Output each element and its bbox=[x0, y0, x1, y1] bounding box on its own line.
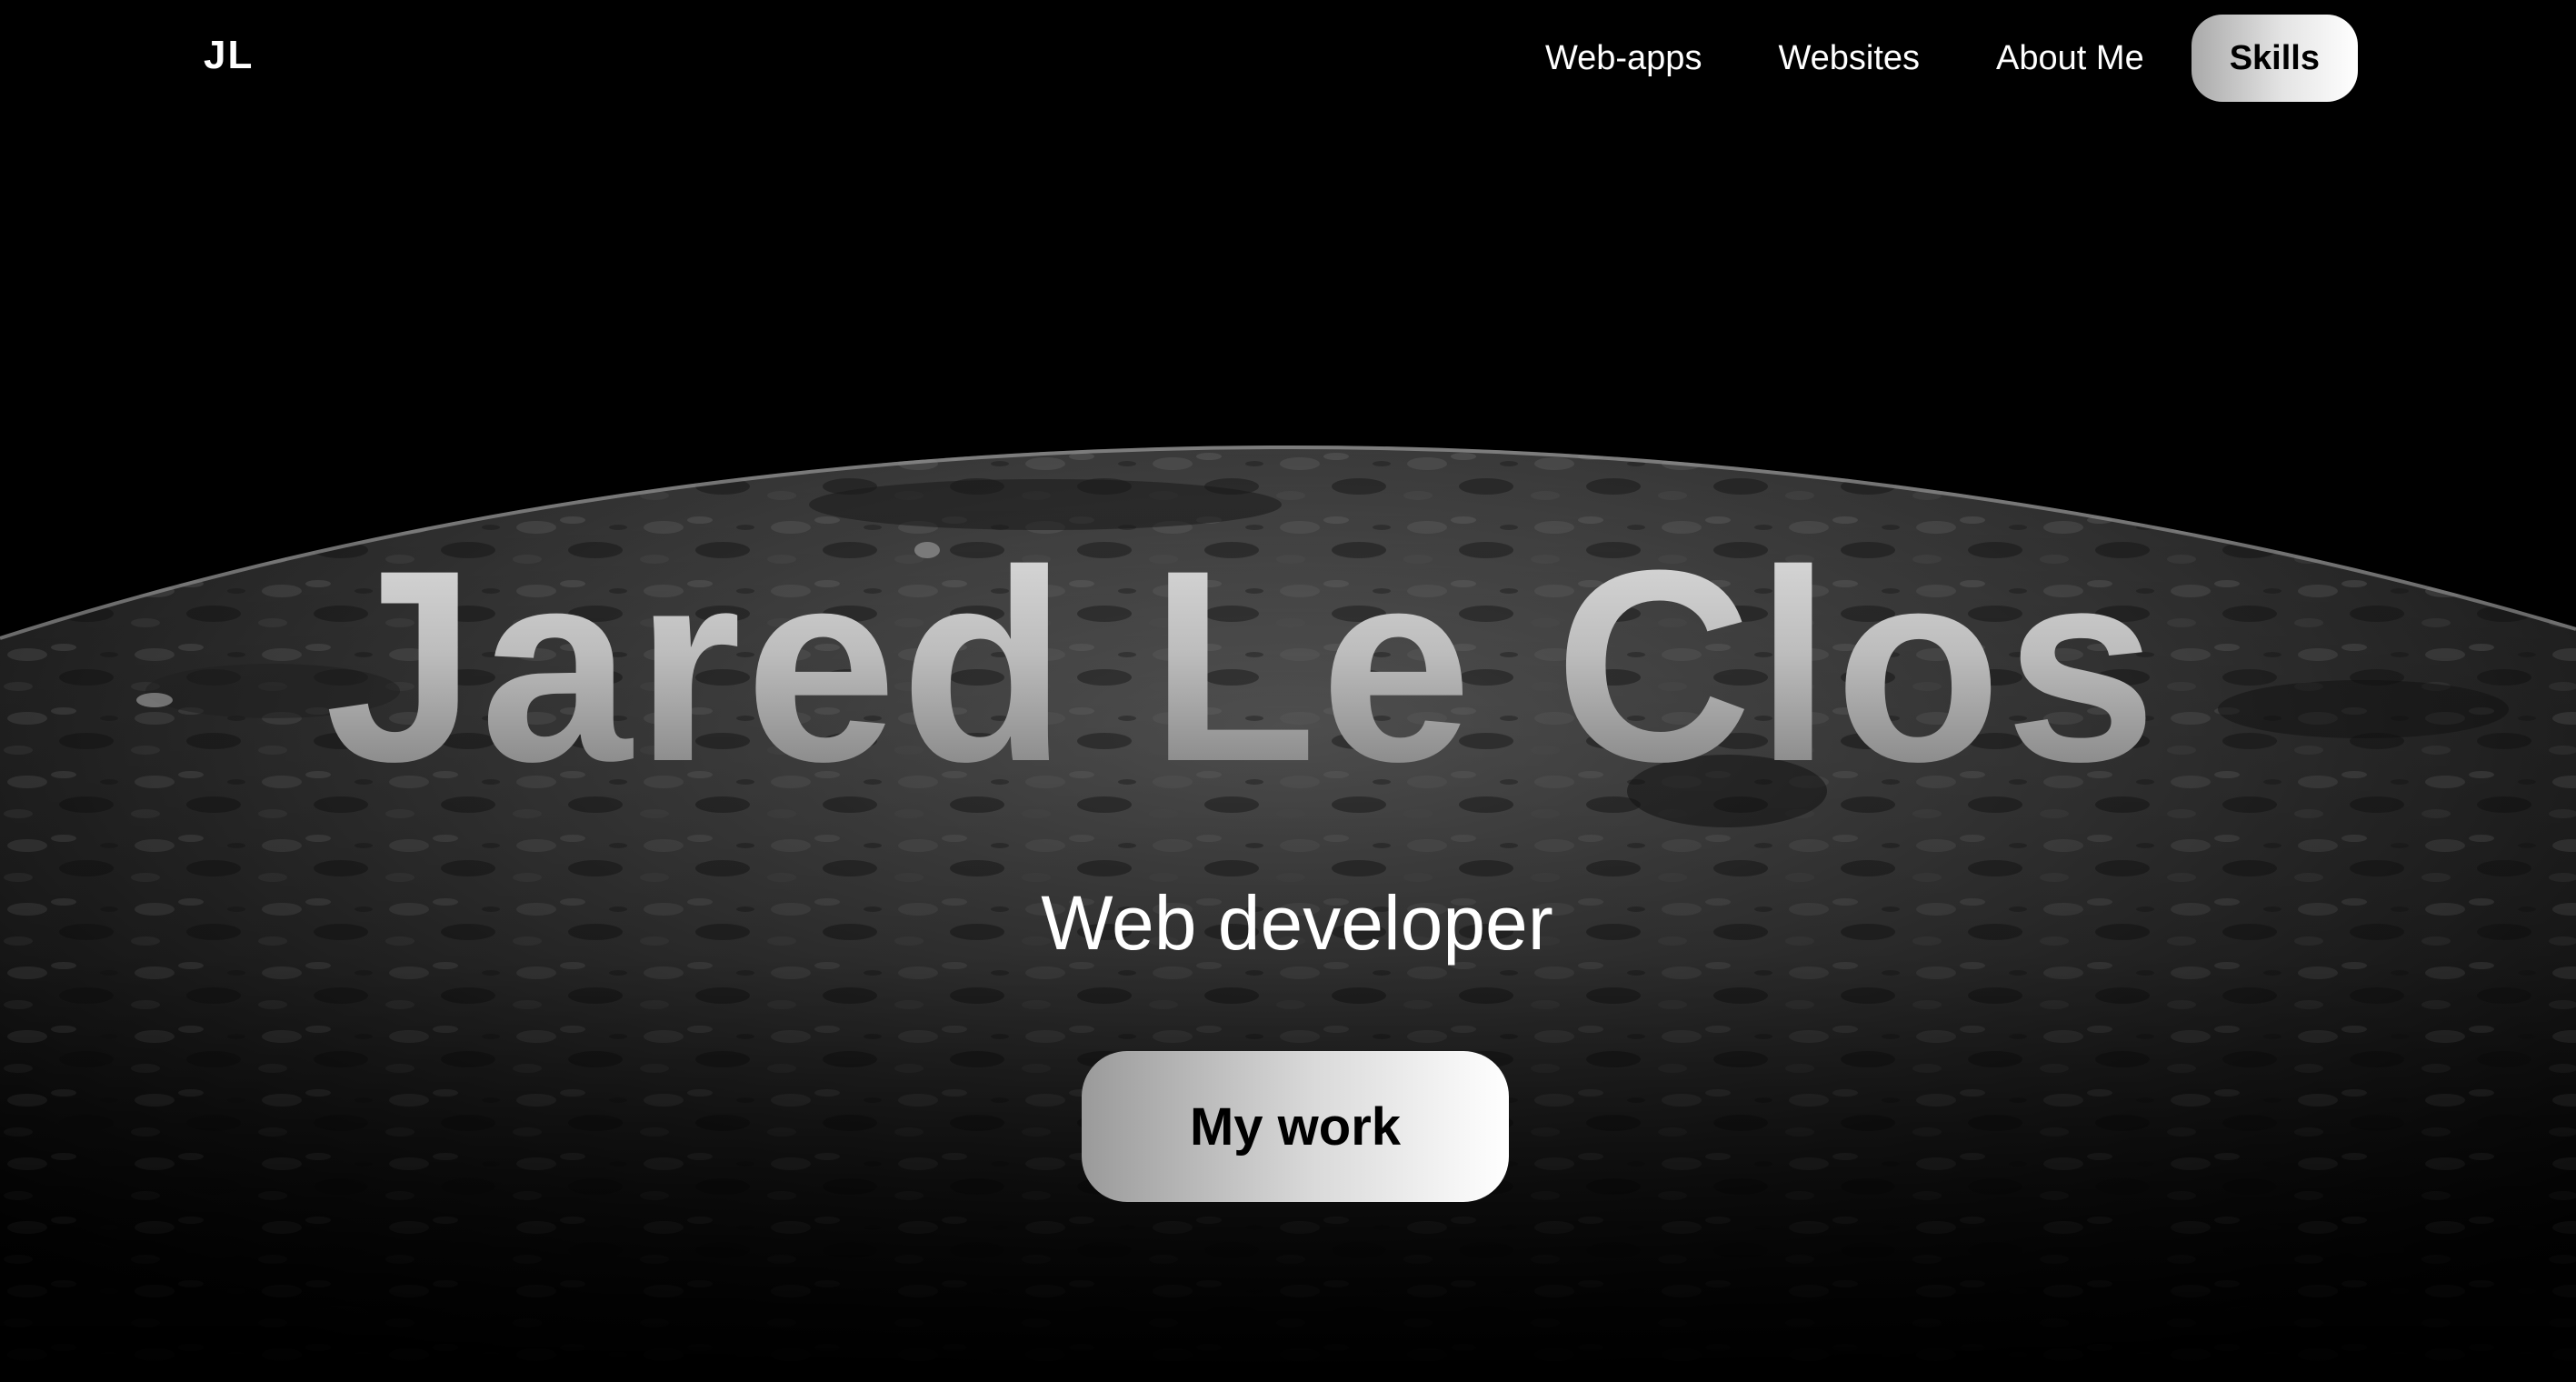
hero-title: Jared Le Clos bbox=[0, 529, 2531, 802]
nav-link-websites[interactable]: Websites bbox=[1740, 15, 1958, 102]
landing-page: JL Web-apps Websites About Me Skills Jar… bbox=[0, 0, 2576, 1382]
hero-subtitle: Web developer bbox=[1041, 880, 1553, 966]
site-logo[interactable]: JL bbox=[204, 33, 254, 78]
nav-skills-button[interactable]: Skills bbox=[2191, 15, 2358, 102]
nav-links: Web-apps Websites About Me Skills bbox=[1507, 15, 2358, 102]
nav-link-web-apps[interactable]: Web-apps bbox=[1507, 15, 1741, 102]
top-navigation: JL Web-apps Websites About Me Skills bbox=[0, 0, 2576, 118]
nav-link-about-me[interactable]: About Me bbox=[1958, 15, 2182, 102]
my-work-button[interactable]: My work bbox=[1082, 1051, 1509, 1202]
